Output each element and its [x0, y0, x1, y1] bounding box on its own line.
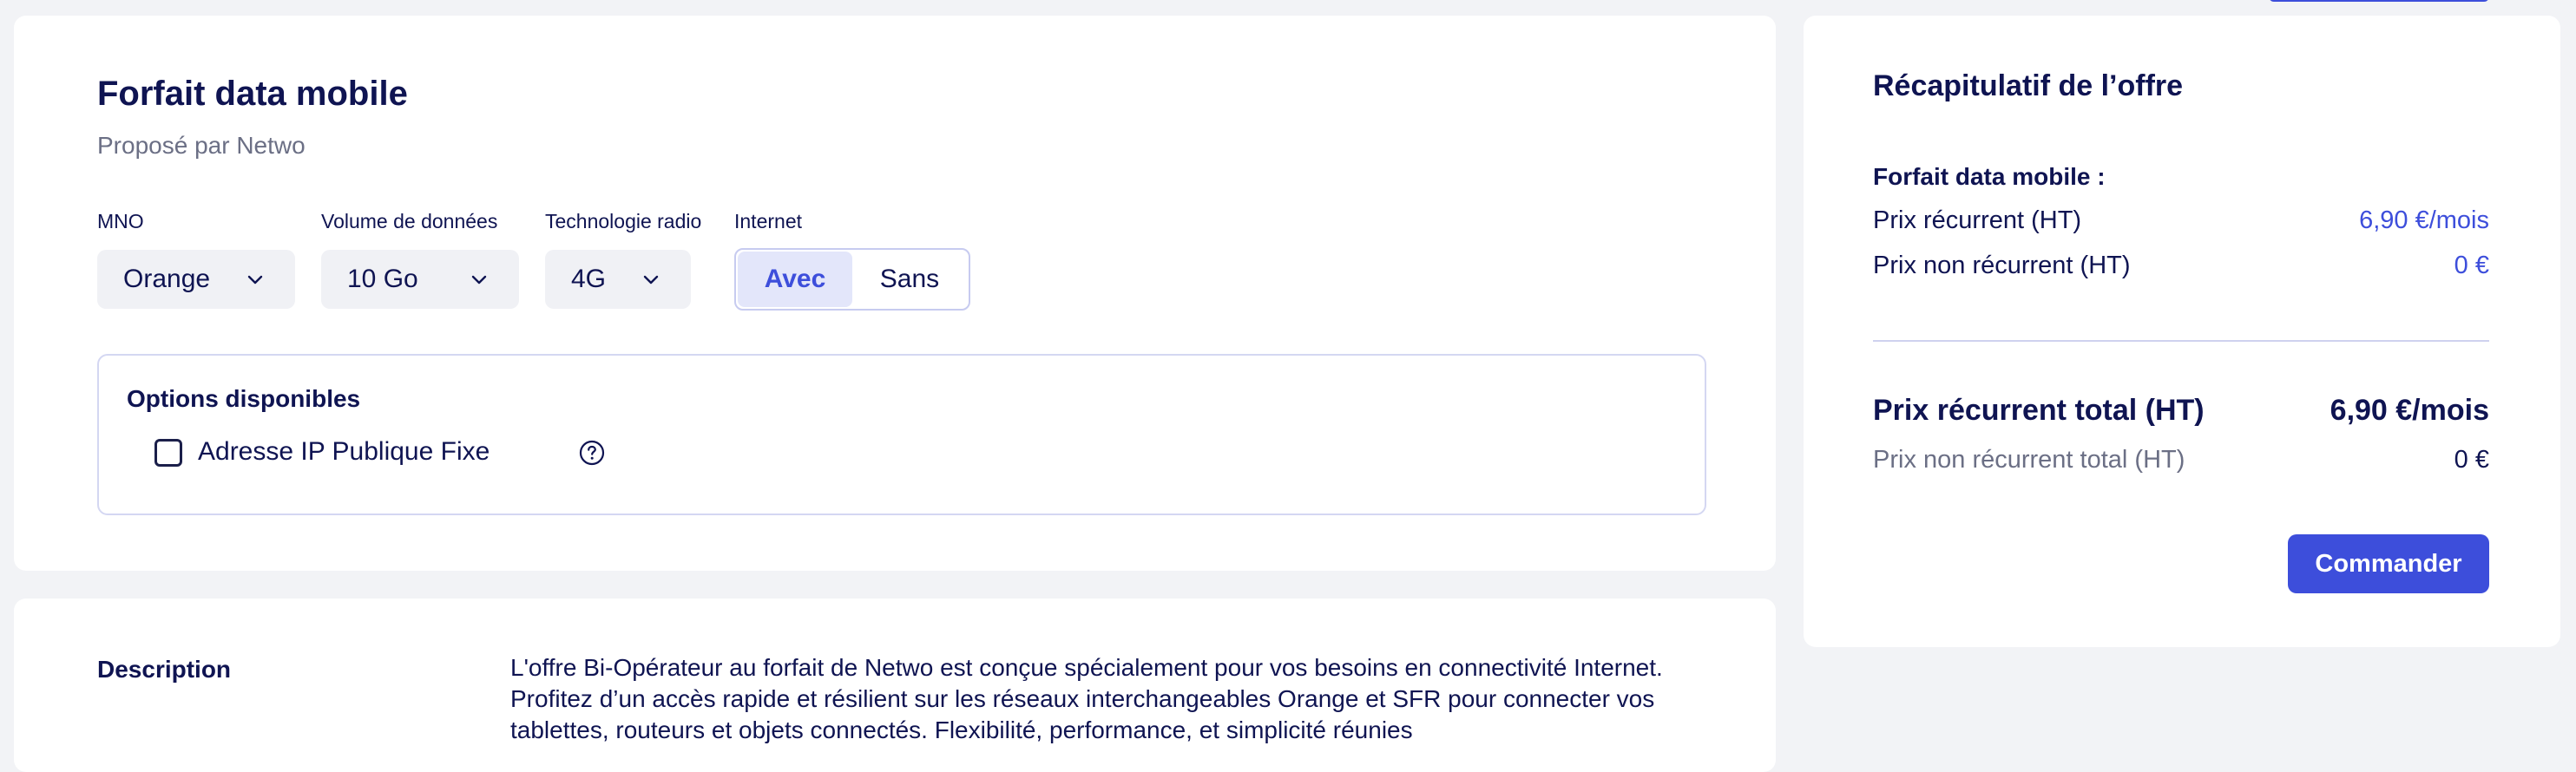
total-recurring-label: Prix récurrent total (HT): [1873, 394, 2205, 427]
product-title: Forfait data mobile: [97, 75, 408, 113]
fixed-public-ip-label[interactable]: Adresse IP Publique Fixe: [198, 437, 490, 467]
summary-title: Récapitulatif de l’offre: [1873, 69, 2184, 102]
top-header-button-edge[interactable]: [2269, 0, 2489, 2]
nonrecurring-price-label: Prix non récurrent (HT): [1873, 252, 2131, 279]
total-nonrecurring-label: Prix non récurrent total (HT): [1873, 446, 2185, 474]
fixed-public-ip-checkbox[interactable]: [154, 439, 182, 467]
description-label: Description: [97, 656, 232, 683]
internet-label: Internet: [734, 210, 802, 232]
internet-option-sans[interactable]: Sans: [852, 252, 967, 307]
mno-select-value: Orange: [123, 265, 211, 293]
internet-toggle: Avec Sans: [734, 248, 970, 311]
recurring-price-label: Prix récurrent (HT): [1873, 206, 2082, 234]
chevron-down-icon: [247, 275, 263, 285]
order-button[interactable]: Commander: [2288, 534, 2489, 593]
product-provider: Proposé par Netwo: [97, 132, 306, 159]
total-recurring-row: Prix récurrent total (HT) 6,90 €/mois: [1873, 394, 2489, 428]
recurring-price-value: 6,90 €/mois: [2359, 206, 2489, 234]
total-nonrecurring-row: Prix non récurrent total (HT) 0 €: [1873, 446, 2489, 474]
nonrecurring-price-value: 0 €: [2454, 252, 2489, 279]
mno-label: MNO: [97, 210, 144, 232]
summary-product-heading: Forfait data mobile :: [1873, 163, 2106, 190]
recurring-price-row: Prix récurrent (HT) 6,90 €/mois: [1873, 206, 2489, 235]
volume-select[interactable]: 10 Go: [321, 250, 519, 309]
description-card: Description L'offre Bi-Opérateur au forf…: [14, 599, 1776, 772]
total-nonrecurring-value: 0 €: [2454, 446, 2489, 474]
volume-select-value: 10 Go: [347, 265, 418, 293]
internet-option-avec[interactable]: Avec: [738, 252, 852, 307]
volume-label: Volume de données: [321, 210, 498, 232]
options-title: Options disponibles: [127, 385, 361, 412]
offer-summary-card: Récapitulatif de l’offre Forfait data mo…: [1804, 16, 2560, 647]
summary-divider: [1873, 340, 2489, 342]
chevron-down-icon: [643, 275, 659, 285]
product-config-card: Forfait data mobile Proposé par Netwo MN…: [14, 16, 1776, 571]
nonrecurring-price-row: Prix non récurrent (HT) 0 €: [1873, 252, 2489, 280]
help-circle-icon[interactable]: [578, 439, 606, 467]
radio-tech-label: Technologie radio: [545, 210, 702, 232]
mno-select[interactable]: Orange: [97, 250, 295, 309]
description-text: L'offre Bi-Opérateur au forfait de Netwo…: [510, 654, 1663, 743]
chevron-down-icon: [471, 275, 487, 285]
radio-tech-select-value: 4G: [571, 265, 607, 293]
total-recurring-value: 6,90 €/mois: [2330, 394, 2489, 427]
available-options-panel: Options disponibles Adresse IP Publique …: [97, 354, 1706, 515]
radio-tech-select[interactable]: 4G: [545, 250, 691, 309]
